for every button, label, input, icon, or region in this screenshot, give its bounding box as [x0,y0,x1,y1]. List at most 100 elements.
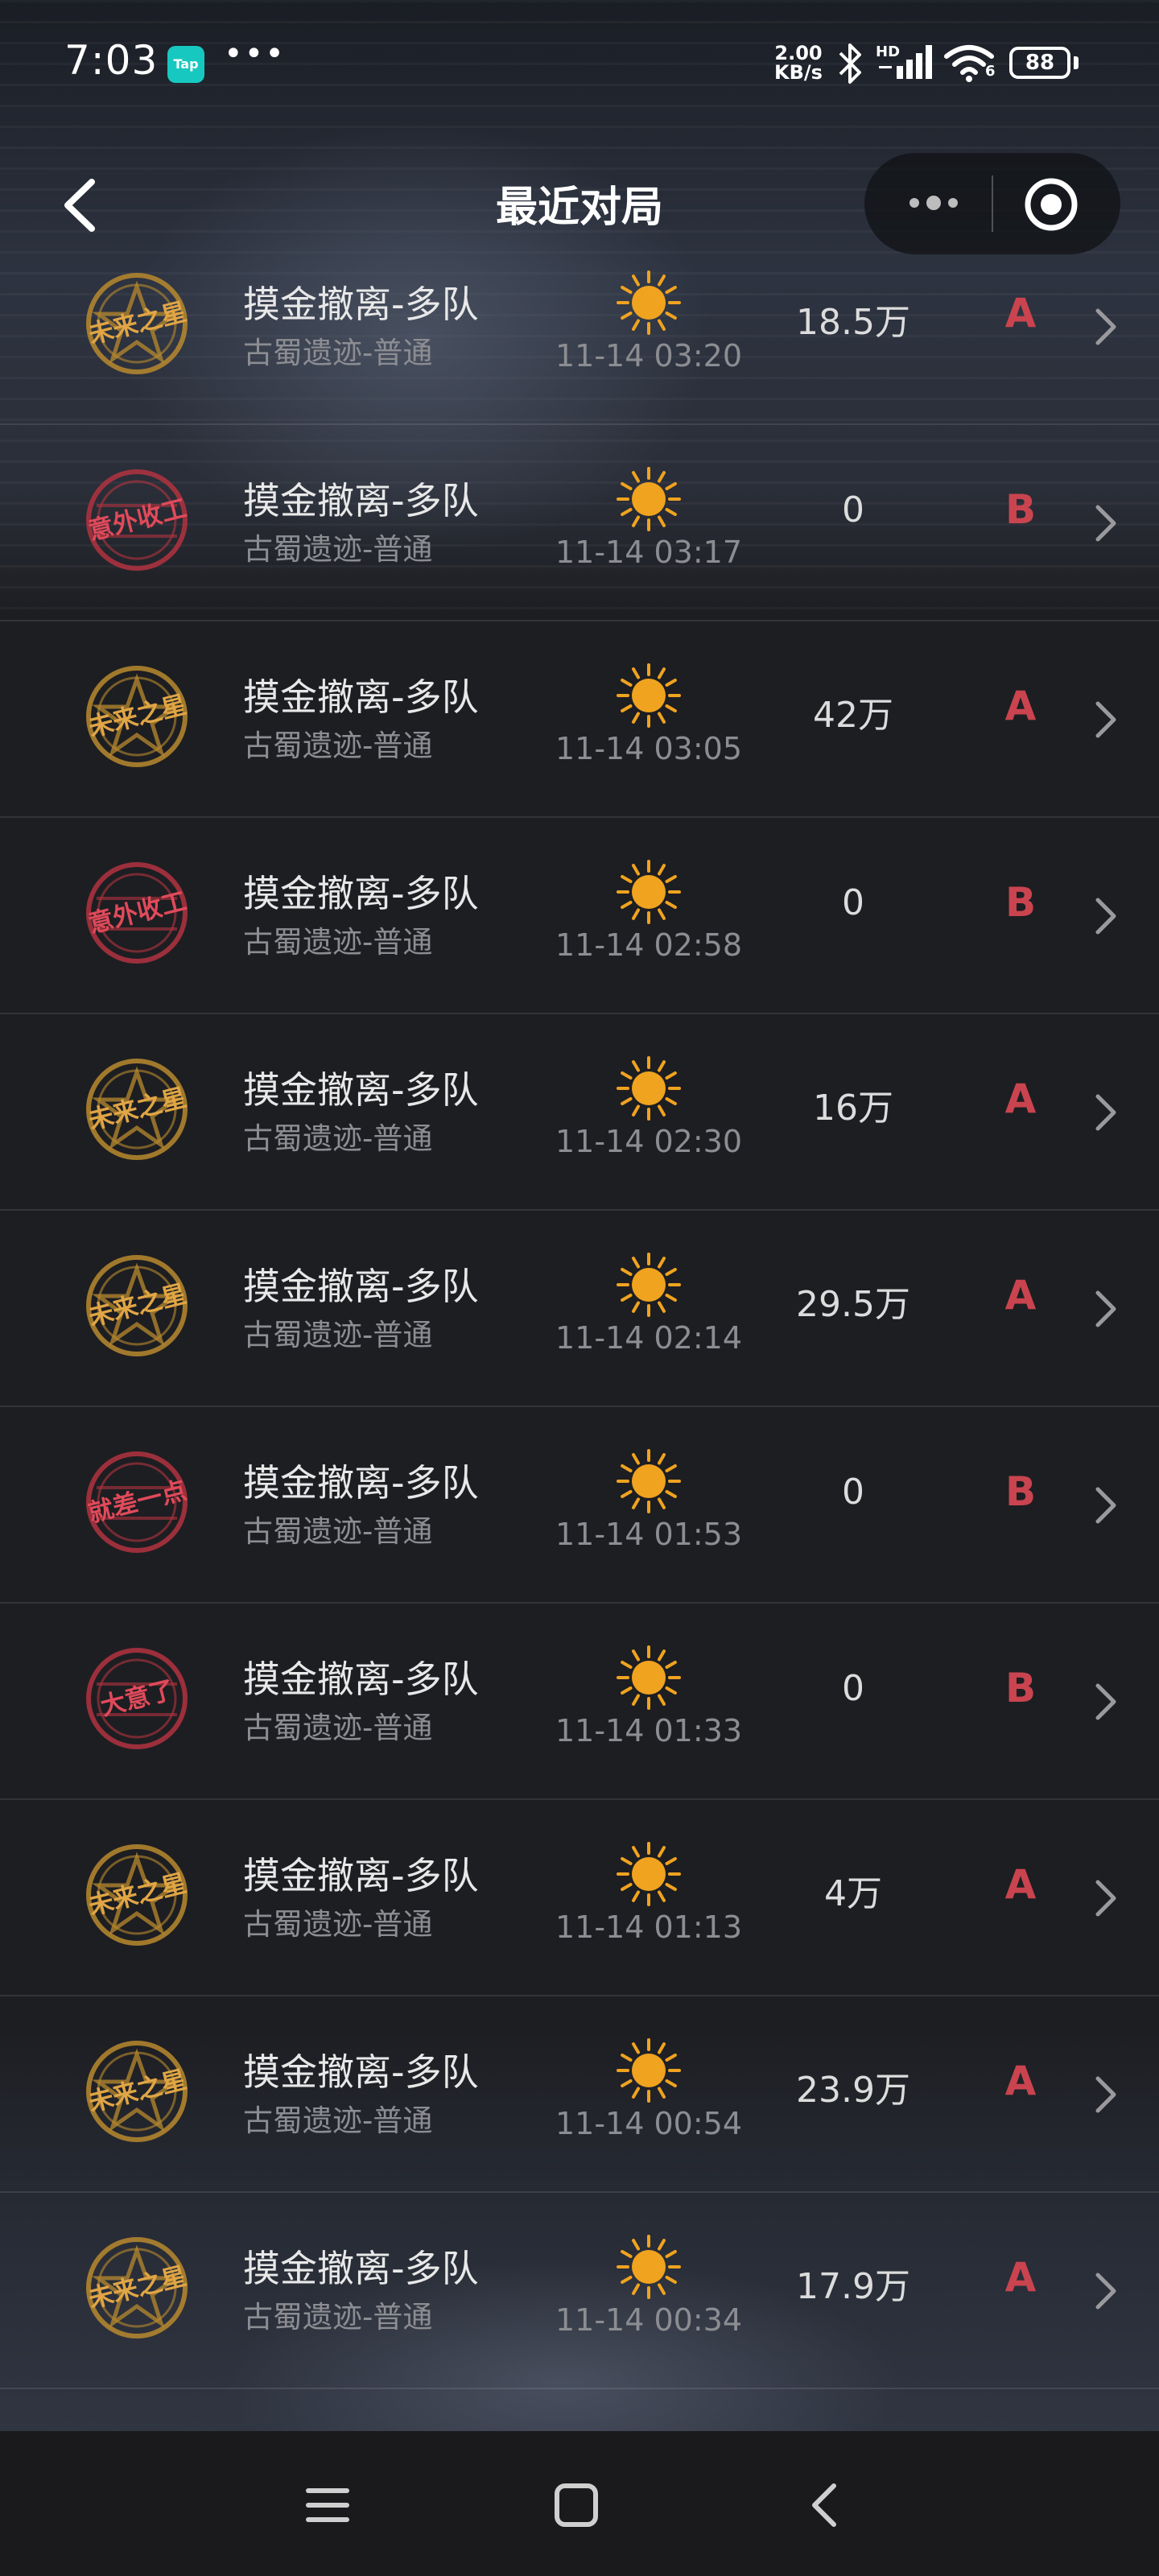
back-button[interactable] [50,169,114,242]
page-title: 最近对局 [495,184,663,232]
app-root: 未来之星 摸金撤离-多队 古蜀遗迹-普通 11-14 03:20 18.5万 A 意外收工摸… [0,0,1159,2576]
match-map: 古蜀遗迹-普通 [243,1711,433,1745]
match-value: 0 [842,1668,864,1709]
match-map: 古蜀遗迹-普通 [243,2300,433,2334]
chevron-right-icon[interactable] [1091,1285,1120,1333]
chevron-right-icon[interactable] [1091,2070,1120,2119]
match-grade: B [1004,486,1037,533]
match-row[interactable]: 未来之星 摸金撤离-多队 古蜀遗迹-普通 11-14 00:34 17.9万 A [0,2193,1159,2389]
match-time: 11-14 02:58 [555,927,742,963]
sun-icon [617,663,681,728]
result-badge: 意外收工 [69,464,204,576]
match-mode: 摸金撤离-多队 [243,1265,479,1308]
match-map: 古蜀遗迹-普通 [243,1514,433,1549]
match-value: 4万 [824,1873,882,1914]
match-row[interactable]: 未来之星 摸金撤离-多队 古蜀遗迹-普通 11-14 02:30 16万 A [0,1014,1159,1211]
match-row[interactable]: 未来之星 摸金撤离-多队古蜀遗迹-普通 11-14 03:20 18.5万 A [0,229,1159,425]
match-row[interactable]: 未来之星 摸金撤离-多队 古蜀遗迹-普通 11-14 02:14 29.5万 A [0,1211,1159,1407]
sun-icon [617,860,681,924]
back-arrow-icon [812,2483,836,2527]
match-time: 11-14 02:30 [555,1124,742,1159]
match-grade: B [1004,1665,1037,1711]
battery-indicator: 88 [1009,47,1070,79]
result-badge: 大意了 [69,1642,204,1755]
chevron-right-icon[interactable] [1091,1678,1120,1726]
match-time: 11-14 01:53 [555,1517,742,1552]
match-grade: A [1004,683,1037,729]
match-time: 11-14 03:05 [555,731,742,766]
sun-icon [617,270,681,335]
battery-tip [1074,56,1079,69]
match-value: 23.9万 [796,2070,910,2111]
sun-icon [617,1842,681,1906]
result-badge: 就差一点 [69,1446,204,1558]
result-badge: 意外收工 [69,857,204,969]
match-mode: 摸金撤离-多队 [243,872,479,915]
more-dots-icon [909,196,958,210]
match-time: 11-14 03:20 [555,338,742,374]
result-badge: 未来之星 [69,267,204,380]
chevron-right-icon[interactable] [1091,303,1120,351]
result-badge: 未来之星 [69,2035,204,2148]
more-button[interactable] [901,187,966,219]
sun-icon [617,1449,681,1513]
match-mode: 摸金撤离-多队 [243,283,479,326]
match-map: 古蜀遗迹-普通 [243,1318,433,1352]
result-badge: 未来之星 [69,660,204,773]
match-value: 16万 [813,1088,893,1129]
sun-icon [617,2038,681,2103]
status-bar: 7:03 Tap ••• 2.00 KB/s HD 6 88 [0,0,1159,129]
result-badge: 未来之星 [69,2231,204,2344]
sun-icon [617,1645,681,1710]
match-map: 古蜀遗迹-普通 [243,336,433,370]
match-time: 11-14 01:13 [555,1909,742,1945]
match-mode: 摸金撤离-多队 [243,1068,479,1112]
match-value: 0 [842,1472,864,1513]
match-row[interactable]: 意外收工 摸金撤离-多队 古蜀遗迹-普通 11-14 02:58 0 B [0,818,1159,1014]
match-value: 42万 [813,695,893,736]
match-map: 古蜀遗迹-普通 [243,1907,433,1942]
match-time: 11-14 02:14 [555,1320,742,1356]
more-notifications-icon: ••• [224,35,286,72]
chevron-right-icon[interactable] [1091,696,1120,744]
chevron-right-icon[interactable] [1091,2267,1120,2315]
menu-icon [306,2488,349,2522]
match-grade: A [1004,290,1037,336]
match-grade: A [1004,2254,1037,2301]
match-row[interactable]: 未来之星 摸金撤离-多队古蜀遗迹-普通 11-14 03:05 42万 A [0,621,1159,818]
match-grade: B [1004,879,1037,926]
match-row[interactable]: 未来之星 摸金撤离-多队 古蜀遗迹-普通 11-14 00:54 23.9万 A [0,1996,1159,2193]
match-mode: 摸金撤离-多队 [243,1854,479,1897]
net-speed-value: 2.00 [774,42,823,64]
match-grade: B [1004,1468,1037,1515]
menu-button[interactable] [299,2476,357,2534]
bluetooth-icon [839,43,861,84]
capsule-divider [992,175,993,232]
chevron-right-icon[interactable] [1091,1874,1120,1922]
match-map: 古蜀遗迹-普通 [243,729,433,763]
match-mode: 摸金撤离-多队 [243,675,479,719]
match-row[interactable]: 未来之星 摸金撤离-多队 古蜀遗迹-普通 11-14 01:13 4万 A [0,1800,1159,1996]
match-mode: 摸金撤离-多队 [243,479,479,522]
close-miniprogram-button[interactable] [1022,175,1080,233]
sun-icon [617,467,681,531]
match-row[interactable]: 就差一点 摸金撤离-多队 古蜀遗迹-普通 11-14 01:53 0 B [0,1407,1159,1604]
match-grade: A [1004,1075,1037,1122]
result-badge: 未来之星 [69,1249,204,1362]
chevron-right-icon[interactable] [1091,892,1120,940]
home-square-icon [555,2483,598,2527]
net-speed: 2.00 KB/s [769,43,827,82]
chevron-right-icon[interactable] [1091,1088,1120,1137]
match-value: 18.5万 [796,302,910,343]
match-map: 古蜀遗迹-普通 [243,532,433,567]
system-back-button[interactable] [797,2476,855,2534]
match-value: 0 [842,489,864,530]
tap-app-icon: Tap [167,46,204,83]
chevron-right-icon[interactable] [1091,499,1120,547]
match-row[interactable]: 意外收工 摸金撤离-多队 古蜀遗迹-普通 11-14 03:17 0 B [0,425,1159,621]
home-button[interactable] [547,2476,605,2534]
sun-icon [617,1056,681,1121]
match-grade: A [1004,2058,1037,2104]
match-row[interactable]: 大意了 摸金撤离-多队 古蜀遗迹-普通 11-14 01:33 0 B [0,1604,1159,1800]
chevron-right-icon[interactable] [1091,1481,1120,1530]
